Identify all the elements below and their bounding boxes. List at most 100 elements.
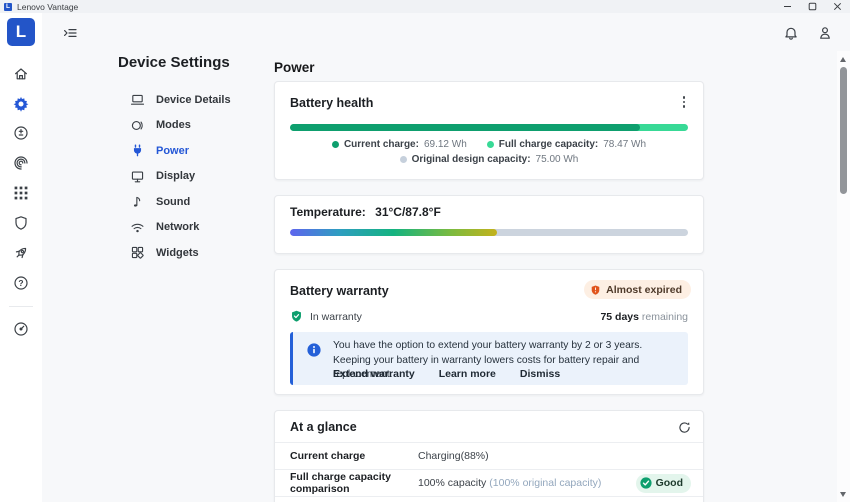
temperature-value: 31°C/87.8°F — [375, 205, 441, 219]
widgets-icon — [130, 245, 145, 260]
scrollbar-down-arrow[interactable] — [840, 492, 846, 497]
menu-item-label: Network — [156, 221, 199, 233]
temperature-label: Temperature: — [290, 205, 366, 219]
battery-warranty-card: Battery warranty Almost expired In warra… — [274, 269, 704, 395]
menu-item-power[interactable]: Power — [130, 138, 231, 164]
warranty-remaining-label: remaining — [639, 311, 688, 323]
battery-legend-row-1: Current charge: 69.12 Wh Full charge cap… — [275, 139, 703, 150]
temperature-bar-fill — [290, 229, 497, 236]
app-window: L Lenovo Vantage L — [0, 0, 850, 502]
scrollbar-thumb[interactable] — [840, 67, 847, 194]
menu-item-label: Modes — [156, 119, 191, 131]
check-circle-icon — [640, 477, 652, 489]
legend-value: 75.00 Wh — [536, 154, 579, 165]
nav-collapse-icon[interactable] — [62, 25, 78, 41]
menu-item-label: Device Details — [156, 94, 231, 106]
at-a-glance-card: At a glance Current charge Charging(88%)… — [274, 410, 704, 502]
icon-rail: L ? — [0, 13, 42, 502]
window-title: Lenovo Vantage — [17, 2, 78, 12]
warranty-status-badge: Almost expired — [584, 280, 691, 299]
dismiss-button[interactable]: Dismiss — [520, 368, 560, 380]
menu-item-label: Sound — [156, 196, 190, 208]
menu-item-label: Widgets — [156, 247, 199, 259]
rocket-boost-icon[interactable] — [13, 245, 29, 261]
legend-dot-current — [332, 141, 339, 148]
in-warranty-shield-icon — [290, 309, 303, 328]
settings-gear-icon[interactable] — [13, 96, 29, 112]
modes-ring-icon — [130, 118, 145, 133]
menu-item-display[interactable]: Display — [130, 164, 231, 190]
rail-divider — [9, 306, 33, 307]
legend-dot-design — [400, 156, 407, 163]
system-update-icon[interactable] — [13, 125, 29, 141]
svg-text:?: ? — [18, 278, 23, 288]
refresh-icon[interactable] — [677, 420, 692, 435]
glance-row-label: Current charge — [290, 450, 418, 462]
close-button[interactable] — [825, 0, 850, 13]
battery-legend-row-2: Original design capacity: 75.00 Wh — [275, 154, 703, 165]
good-badge-label: Good — [656, 477, 683, 489]
legend-dot-capacity — [487, 141, 494, 148]
help-icon[interactable]: ? — [13, 275, 29, 291]
home-icon[interactable] — [13, 66, 29, 82]
extend-warranty-button[interactable]: Extend warranty — [333, 368, 415, 380]
legend-value: 69.12 Wh — [424, 139, 467, 150]
menu-item-widgets[interactable]: Widgets — [130, 240, 231, 266]
apps-grid-icon[interactable] — [13, 185, 29, 201]
legend-full-charge-capacity: Full charge capacity: 78.47 Wh — [487, 139, 646, 150]
legend-label: Full charge capacity: — [499, 139, 598, 150]
glance-row-value: 100% capacity — [418, 477, 486, 489]
security-shield-icon[interactable] — [13, 215, 29, 231]
music-note-icon — [130, 194, 145, 209]
support-coil-icon[interactable] — [13, 155, 29, 171]
battery-health-card: Battery health Current charge: 69.12 Wh … — [274, 81, 704, 180]
monitor-icon — [130, 169, 145, 184]
legend-original-design-capacity: Original design capacity: 75.00 Wh — [400, 154, 579, 165]
performance-gauge-icon[interactable] — [13, 321, 29, 337]
glance-row-current-charge: Current charge Charging(88%) — [275, 443, 703, 470]
battery-health-menu-icon[interactable] — [675, 93, 693, 111]
temperature-card: Temperature: 31°C/87.8°F — [274, 195, 704, 254]
maximize-button[interactable] — [800, 0, 825, 13]
warranty-info-banner: You have the option to extend your batte… — [290, 332, 688, 385]
wifi-icon — [130, 220, 145, 235]
user-account-icon[interactable] — [817, 25, 833, 41]
scrollbar[interactable] — [837, 51, 850, 502]
menu-item-device-details[interactable]: Device Details — [130, 87, 231, 113]
notifications-bell-icon[interactable] — [783, 25, 799, 41]
menu-item-label: Power — [156, 145, 189, 157]
legend-label: Current charge: — [344, 139, 419, 150]
warranty-actions: Extend warranty Learn more Dismiss — [333, 368, 560, 380]
battery-health-bar — [290, 124, 688, 131]
glance-row-value: Charging(88%) — [418, 450, 489, 462]
app-body: L ? — [0, 13, 850, 502]
at-a-glance-title: At a glance — [290, 420, 357, 434]
menu-item-sound[interactable]: Sound — [130, 189, 231, 215]
menu-item-network[interactable]: Network — [130, 215, 231, 241]
page-title: Device Settings — [118, 54, 230, 71]
minimize-button[interactable] — [775, 0, 800, 13]
section-heading: Power — [274, 60, 315, 75]
info-icon — [307, 343, 321, 362]
scrollbar-up-arrow[interactable] — [840, 57, 846, 62]
battery-health-title: Battery health — [290, 96, 373, 110]
lenovo-logo: L — [7, 18, 35, 46]
device-settings-menu: Device Details Modes Power Display Sound… — [130, 87, 231, 266]
warranty-days: 75 days — [600, 311, 639, 323]
learn-more-button[interactable]: Learn more — [439, 368, 496, 380]
glance-row-note: (100% original capacity) — [489, 477, 601, 489]
at-a-glance-header: At a glance — [275, 411, 703, 443]
menu-item-modes[interactable]: Modes — [130, 113, 231, 139]
battery-health-bar-fill — [290, 124, 640, 131]
laptop-icon — [130, 92, 145, 107]
glance-row-capacity-comparison: Full charge capacity comparison 100% cap… — [275, 470, 703, 497]
good-status-badge: Good — [636, 474, 691, 493]
warranty-status-text: In warranty — [310, 311, 362, 323]
glance-row-label: Full charge capacity comparison — [290, 471, 418, 495]
legend-value: 78.47 Wh — [603, 139, 646, 150]
legend-label: Original design capacity: — [412, 154, 531, 165]
titlebar: L Lenovo Vantage — [0, 0, 850, 13]
battery-warranty-title: Battery warranty — [290, 284, 389, 298]
temperature-bar — [290, 229, 688, 236]
warranty-badge-label: Almost expired — [606, 284, 682, 296]
